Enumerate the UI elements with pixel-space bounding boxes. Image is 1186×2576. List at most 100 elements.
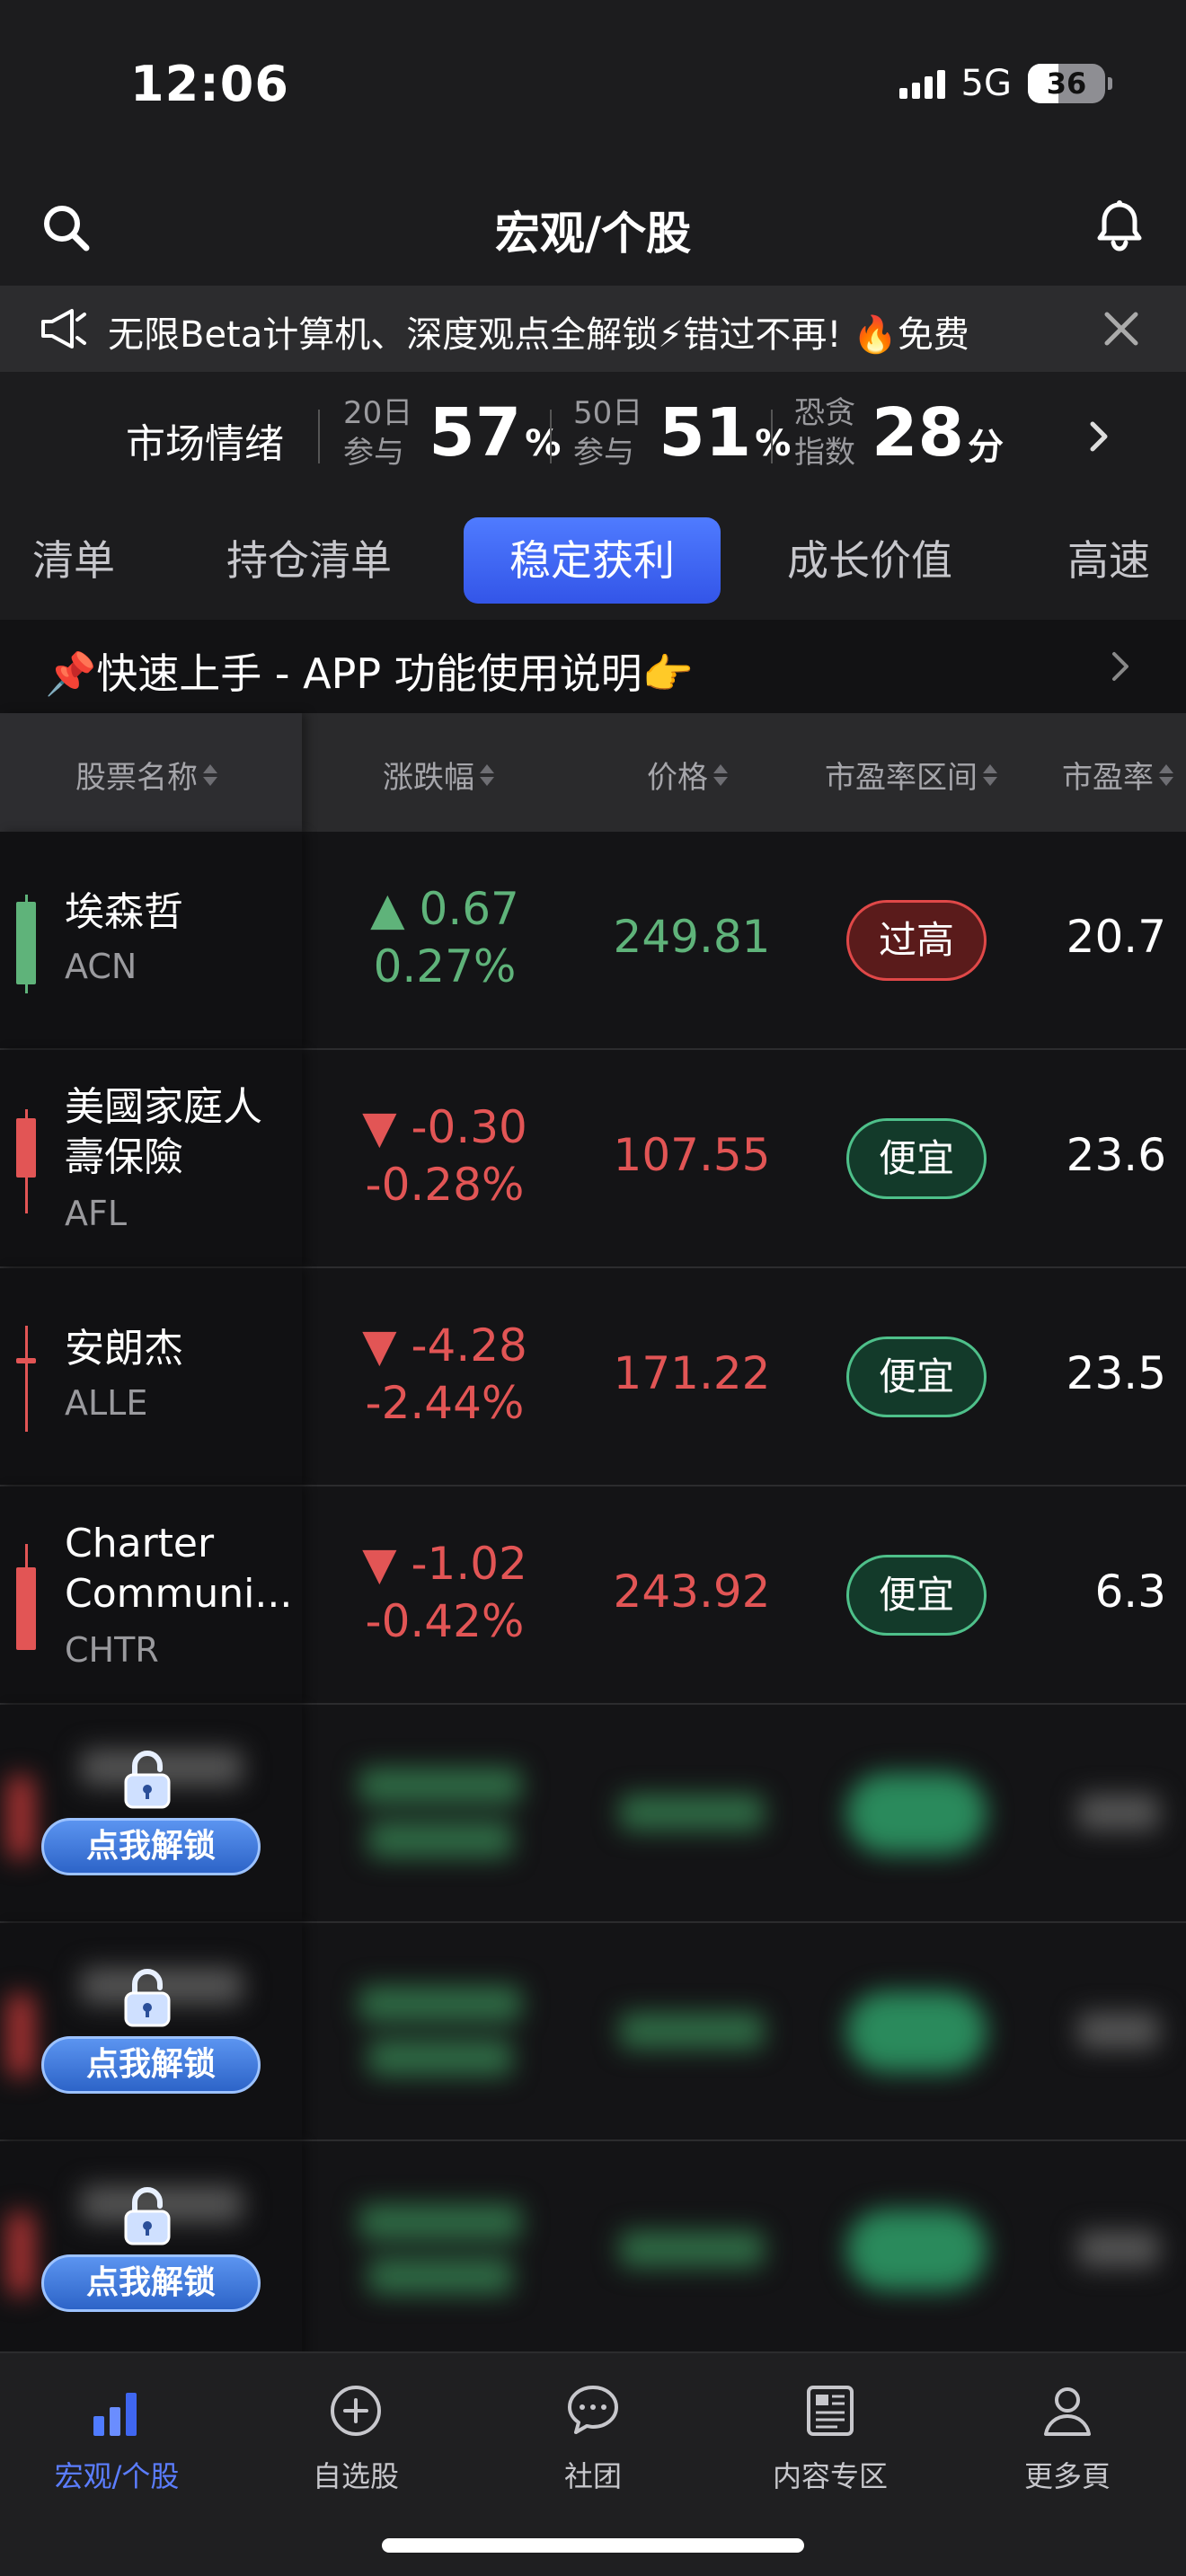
unlock-button[interactable]: 点我解锁: [41, 2036, 261, 2094]
stock-name-cell: 点我解锁: [0, 1705, 302, 1921]
change-value: ▼ -4.28: [362, 1319, 527, 1372]
chevron-right-icon[interactable]: [1084, 417, 1114, 456]
bar-chart-icon: [93, 2393, 137, 2436]
tab-high-speed[interactable]: 高速: [1067, 517, 1150, 604]
pe-range-badge: 便宜: [846, 1337, 987, 1417]
stock-price: 107.55: [613, 1129, 771, 1181]
tabbar-item-content[interactable]: 内容专区: [722, 2380, 938, 2495]
tab-list[interactable]: 清单: [32, 517, 115, 604]
fear-greed-value: 28: [872, 394, 964, 472]
change-value: ▲ 0.67: [370, 883, 519, 935]
column-header-price[interactable]: 价格: [647, 753, 728, 797]
category-tabs: 清单 持仓清单 稳定获利 成长价值 高速: [0, 501, 1186, 618]
status-indicators: 5G 36: [898, 63, 1112, 104]
megaphone-icon: [41, 309, 86, 348]
chat-bubble-icon: [568, 2386, 618, 2434]
quick-start-guide[interactable]: 📌快速上手 - APP 功能使用说明👉: [0, 620, 1186, 713]
tab-holdings[interactable]: 持仓清单: [226, 517, 392, 604]
divider: [771, 410, 773, 463]
tabbar-item-watchlist[interactable]: 自选股: [248, 2380, 464, 2495]
battery-level: 36: [1046, 66, 1087, 101]
market-sentiment-bar[interactable]: 市场情绪 20日 参与 57 % 50日 参与 51 % 恐贪 指数 28 分: [0, 372, 1186, 501]
stock-code: ALLE: [65, 1383, 148, 1423]
price-change: ▼ -4.28 -2.44%: [346, 1317, 544, 1432]
tabbar-label: 自选股: [312, 2459, 399, 2493]
table-row[interactable]: 美國家庭人壽保險 AFL ▼ -0.30 -0.28% 107.55 便宜 23…: [0, 1050, 1186, 1268]
tab-stable-profit[interactable]: 稳定获利: [464, 517, 721, 604]
candlestick-icon: [16, 895, 36, 993]
column-header-pe[interactable]: 市盈率: [1062, 753, 1173, 797]
column-header-name[interactable]: 股票名称: [75, 753, 217, 797]
participation-50d: 50日 参与 51 %: [573, 393, 791, 472]
chevron-right-icon: [1112, 652, 1128, 681]
battery-icon: 36: [1028, 64, 1112, 103]
tabbar-item-more[interactable]: 更多頁: [960, 2380, 1175, 2495]
pe-ratio: 23.6: [1066, 1129, 1166, 1181]
divider: [550, 410, 552, 463]
tabbar-label: 内容专区: [772, 2459, 888, 2493]
sort-icon: [713, 763, 728, 786]
stock-price: 171.22: [613, 1347, 771, 1399]
column-header-label: 市盈率区间: [825, 760, 978, 796]
newspaper-icon: [807, 2386, 854, 2436]
column-header-label: 股票名称: [75, 760, 198, 796]
announcement-bar[interactable]: 无限Beta计算机、深度观点全解锁⚡错过不再! 🔥免费: [0, 286, 1186, 372]
stock-name-cell: 点我解锁: [0, 1923, 302, 2139]
tabbar-label: 宏观/个股: [54, 2459, 180, 2493]
table-row[interactable]: 安朗杰 ALLE ▼ -4.28 -2.44% 171.22 便宜 23.5: [0, 1268, 1186, 1486]
column-header-change[interactable]: 涨跌幅: [383, 753, 494, 797]
stock-code: AFL: [65, 1194, 128, 1233]
participation-50d-unit: %: [755, 423, 792, 464]
stock-price: 249.81: [613, 911, 771, 963]
tabbar-item-macro[interactable]: 宏观/个股: [9, 2380, 225, 2495]
change-percent: -0.42%: [365, 1595, 525, 1647]
lock-icon: [124, 2187, 171, 2245]
participation-20d: 20日 参与 57 %: [343, 393, 561, 472]
participation-50d-sublabel: 参与: [573, 435, 634, 471]
stock-list: 埃森哲 ACN ▲ 0.67 0.27% 249.81 过高 20.7 美國家庭…: [0, 832, 1186, 2360]
participation-50d-label: 50日: [573, 395, 643, 431]
locked-row: 点我解锁: [0, 2141, 1186, 2360]
guide-text: 📌快速上手 - APP 功能使用说明👉: [45, 649, 694, 698]
sort-icon: [983, 763, 997, 786]
pe-ratio: 6.3: [1094, 1566, 1166, 1618]
unlock-button[interactable]: 点我解锁: [41, 2254, 261, 2312]
stock-price: 243.92: [613, 1566, 771, 1618]
change-percent: -2.44%: [365, 1377, 525, 1429]
bell-icon[interactable]: [1091, 198, 1148, 255]
close-icon[interactable]: [1102, 309, 1141, 348]
candlestick-icon: [16, 1544, 36, 1650]
candlestick-icon: [16, 1109, 36, 1213]
fear-greed-sublabel: 指数: [794, 435, 855, 471]
candlestick-icon: [16, 1326, 36, 1432]
participation-20d-sublabel: 参与: [343, 435, 404, 471]
page-title: 宏观/个股: [494, 207, 692, 260]
table-row[interactable]: Charter Communi... CHTR ▼ -1.02 -0.42% 2…: [0, 1486, 1186, 1705]
stock-name-cell: 安朗杰 ALLE: [0, 1268, 302, 1485]
unlock-button[interactable]: 点我解锁: [41, 1818, 261, 1875]
lock-icon: [124, 1751, 171, 1809]
pe-ratio: 20.7: [1066, 911, 1166, 963]
announcement-text: 无限Beta计算机、深度观点全解锁⚡错过不再! 🔥免费: [108, 314, 969, 356]
locked-row: 点我解锁: [0, 1923, 1186, 2141]
change-value: ▼ -0.30: [362, 1101, 527, 1153]
fear-greed-unit: 分: [967, 427, 1004, 468]
tabbar-item-community[interactable]: 社团: [485, 2380, 701, 2495]
sort-icon: [480, 763, 494, 786]
sentiment-title: 市场情绪: [126, 421, 284, 467]
home-indicator[interactable]: [382, 2538, 804, 2553]
nav-bar: 宏观/个股: [0, 180, 1186, 283]
plus-circle-icon: [331, 2386, 381, 2436]
participation-20d-label: 20日: [343, 395, 413, 431]
stock-name: 美國家庭人壽保險: [65, 1084, 262, 1180]
pe-range-badge: 过高: [846, 900, 987, 981]
network-type: 5G: [960, 63, 1012, 104]
stock-name-cell: 美國家庭人壽保險 AFL: [0, 1050, 302, 1266]
tabbar-label: 更多頁: [1023, 2459, 1111, 2493]
pe-ratio: 23.5: [1066, 1347, 1166, 1399]
tabbar-label: 社团: [563, 2459, 622, 2493]
table-row[interactable]: 埃森哲 ACN ▲ 0.67 0.27% 249.81 过高 20.7: [0, 832, 1186, 1050]
participation-20d-unit: %: [525, 423, 562, 464]
tab-growth-value[interactable]: 成长价值: [787, 517, 952, 604]
column-header-pe-range[interactable]: 市盈率区间: [825, 753, 997, 797]
